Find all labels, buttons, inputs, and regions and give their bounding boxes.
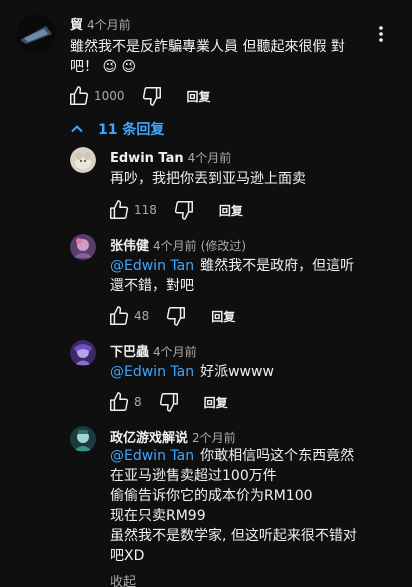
chevron-up-icon (71, 125, 83, 133)
reply-text: @Edwin Tan 雖然我不是政府，但這听 還不錯，對吧 (110, 256, 400, 296)
reply-button[interactable]: 回复 (211, 308, 235, 325)
replies-count-label: 11 条回复 (98, 122, 165, 138)
mention-link[interactable]: @Edwin Tan (110, 364, 194, 380)
like-count: 118 (134, 203, 157, 217)
reply-button[interactable]: 回复 (219, 202, 243, 219)
avatar[interactable] (70, 426, 96, 452)
reply-text-content: 再吵，我把你丟到亚马逊上面卖 (110, 171, 306, 187)
replies-toggle-button[interactable]: 11 条回复 (70, 118, 164, 140)
reply-text-line: 雖然我不是政府，但這听 (200, 258, 355, 274)
avatar[interactable] (70, 147, 96, 173)
mention-link[interactable]: @Edwin Tan (110, 448, 194, 464)
reply-text-line: 虽然我不是数学家, 但这听起来很不错对 (110, 528, 357, 544)
comment-text-line: 雖然我不是反詐騙專業人員 但聽起來很假 對 (70, 39, 345, 55)
thumb-down-icon[interactable] (173, 199, 195, 221)
comment-text-line: 吧！ 😉 😉 (70, 59, 137, 75)
comment-time[interactable]: 4个月前 (153, 239, 197, 253)
reply-author[interactable]: 政亿游戏解说 2个月前 (110, 427, 236, 446)
avatar[interactable] (70, 340, 96, 366)
thumb-up-icon[interactable] (108, 391, 130, 413)
comment-time[interactable]: 4个月前 (153, 345, 197, 359)
reply-button[interactable]: 回复 (204, 394, 228, 411)
comment-time[interactable]: 2个月前 (192, 431, 236, 445)
author-name[interactable]: 张伟健 (110, 239, 149, 254)
reply-text-line: 吧XD (110, 548, 145, 564)
comment-time[interactable]: 4个月前 (87, 18, 131, 32)
reply-text-line: 你敢相信吗这个东西竟然 (200, 448, 355, 464)
reply-actions: 48 回复 (108, 304, 235, 328)
author-name[interactable]: 下巴蟲 (110, 345, 149, 360)
avatar-image (16, 14, 56, 54)
reply-text: 再吵，我把你丟到亚马逊上面卖 (110, 169, 400, 189)
thumb-up-icon[interactable] (68, 85, 90, 107)
avatar-image (70, 234, 96, 260)
reply-actions: 118 回复 (108, 198, 243, 222)
comment-text: 雖然我不是反詐騙專業人員 但聽起來很假 對 吧！ 😉 😉 (70, 37, 390, 77)
thumb-down-icon[interactable] (165, 305, 187, 327)
comment-author[interactable]: 貿 4个月前 (70, 14, 131, 33)
avatar[interactable] (16, 14, 56, 54)
edited-label: (修改过) (200, 239, 247, 253)
like-count: 48 (134, 309, 150, 323)
author-name[interactable]: 政亿游戏解说 (110, 431, 188, 446)
like-count: 8 (134, 395, 142, 409)
avatar[interactable] (70, 234, 96, 260)
reply-text-line: 现在只卖RM99 (110, 508, 206, 524)
avatar-image (70, 147, 96, 173)
author-name[interactable]: Edwin Tan (110, 151, 184, 166)
reply-author[interactable]: 张伟健 4个月前 (修改过) (110, 235, 246, 254)
collapse-button[interactable]: 收起 (110, 571, 136, 587)
thumb-up-icon[interactable] (108, 199, 130, 221)
reply-author[interactable]: 下巴蟲 4个月前 (110, 341, 197, 360)
reply-author[interactable]: Edwin Tan 4个月前 (110, 149, 231, 166)
avatar-image (70, 426, 96, 452)
comment-time[interactable]: 4个月前 (188, 151, 232, 165)
reply-button[interactable]: 回复 (187, 88, 211, 105)
reply-text-line: 還不錯，對吧 (110, 278, 194, 294)
reply-text-line: 偷偷告诉你它的成本价为RM100 (110, 488, 313, 504)
reply-actions: 8 回复 (108, 390, 228, 414)
author-name[interactable]: 貿 (70, 18, 83, 33)
mention-link[interactable]: @Edwin Tan (110, 258, 194, 274)
reply-text: @Edwin Tan 你敢相信吗这个东西竟然 在亚马逊售卖超过100万件 偷偷告诉… (110, 446, 406, 566)
thumb-down-icon[interactable] (158, 391, 180, 413)
thumb-down-icon[interactable] (141, 85, 163, 107)
like-count: 1000 (94, 89, 125, 103)
comment-actions: 1000 回复 (68, 84, 211, 108)
reply-text-content: 好派wwww (200, 364, 274, 380)
avatar-image (70, 340, 96, 366)
thumb-up-icon[interactable] (108, 305, 130, 327)
reply-text-line: 在亚马逊售卖超过100万件 (110, 468, 277, 484)
reply-text: @Edwin Tan 好派wwww (110, 362, 400, 382)
